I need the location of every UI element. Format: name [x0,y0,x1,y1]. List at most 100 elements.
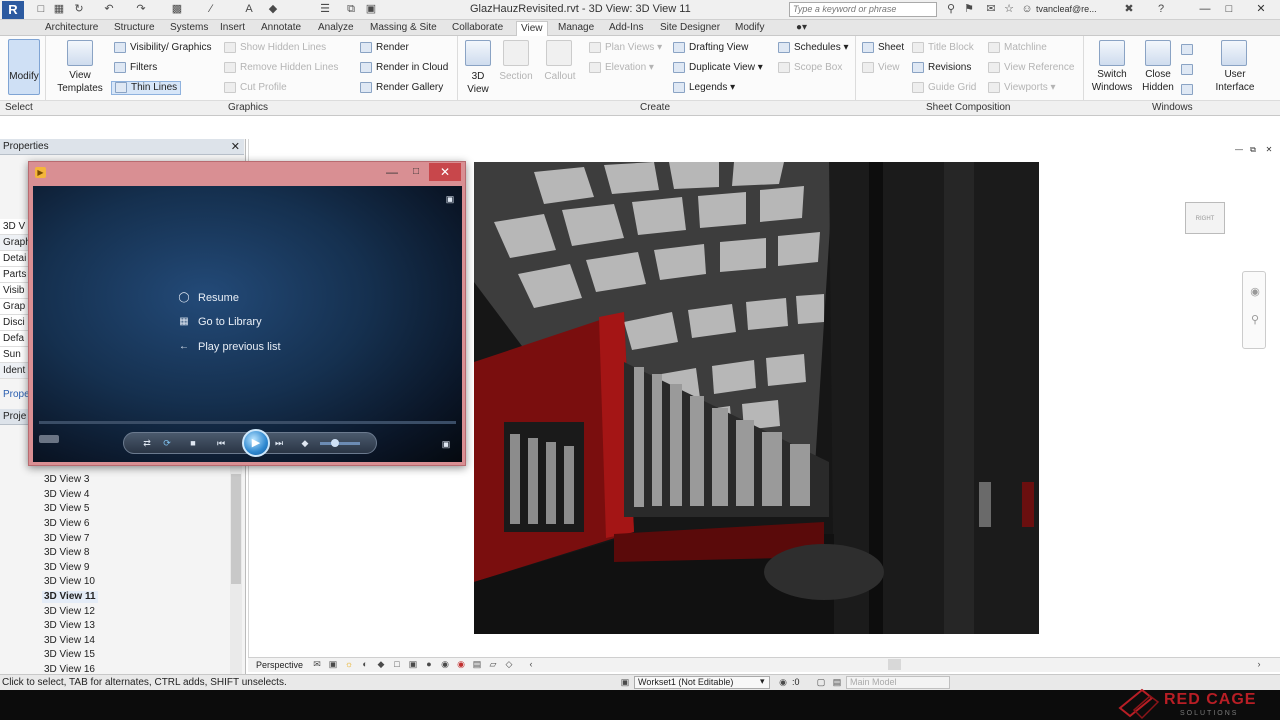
fullscreen-icon[interactable]: ▣ [439,437,453,451]
seek-bar[interactable] [39,421,456,424]
modify-button[interactable] [8,39,40,95]
temporary-hide-icon[interactable]: ◉ [438,658,452,671]
resume-item[interactable]: ◯ Resume [178,291,239,305]
view-templates-button[interactable]: View Templates [52,69,108,95]
design-option-selector[interactable]: Main Model [846,676,950,689]
tab-insert[interactable]: Insert [216,21,249,36]
highlight-displacement-icon[interactable]: ◇ [502,658,516,671]
user-name[interactable]: tvancleaf@re... [1036,4,1097,14]
switch-windows-icon[interactable]: ▣ [364,3,378,16]
view-item[interactable]: 3D View 6 [44,518,89,530]
visibility-graphics-button[interactable]: Visibility/ Graphics [114,42,212,54]
reveal-hidden-icon[interactable]: ◉ [454,658,468,671]
render-button[interactable]: Render [360,42,409,54]
schedules-button[interactable]: Schedules ▾ [778,42,849,54]
search-input[interactable]: Type a keyword or phrase [789,2,937,17]
tab-add-ins[interactable]: Add-Ins [605,21,647,36]
elevation-button[interactable]: Elevation ▾ [589,62,654,74]
go-to-library-item[interactable]: ▦ Go to Library [179,315,261,329]
tab-manage[interactable]: Manage [554,21,598,36]
view-item[interactable]: 3D View 7 [44,533,89,545]
select-panel-title[interactable]: Select [5,102,33,113]
cascade-icon[interactable] [1181,64,1193,75]
horizontal-scroll-thumb[interactable] [888,659,901,670]
crop-region-icon[interactable]: ▣ [406,658,420,671]
volume-knob[interactable] [331,439,339,447]
print-icon[interactable]: ▩ [170,3,184,16]
save-icon[interactable]: ▦ [52,3,66,16]
filters-button[interactable]: Filters [114,62,157,74]
view-item[interactable]: 3D View 5 [44,503,89,515]
search-icon[interactable]: ⚲ [944,3,958,16]
undo-icon[interactable]: ↶ [102,3,116,16]
editable-only-icon[interactable]: ◉ [776,676,790,689]
play-previous-list-item[interactable]: ← Play previous list [179,340,281,354]
communication-icon[interactable]: ✉ [984,3,998,16]
project-browser-scrollbar[interactable] [230,434,242,674]
thin-lines-icon[interactable]: ☰ [318,3,332,16]
player-close-button[interactable]: ✕ [429,163,461,181]
workset-icon[interactable]: ▣ [618,676,632,689]
3d-view-icon[interactable]: ◆ [266,3,280,16]
subscription-icon[interactable]: ⚑ [962,3,976,16]
projection-mode[interactable]: Perspective [256,660,303,670]
tab-systems[interactable]: Systems [166,21,212,36]
zoom-icon[interactable]: ⚲ [1248,314,1262,327]
steering-wheel-icon[interactable]: ◉ [1248,286,1262,299]
app-logo[interactable]: R [2,1,24,19]
view-reference-button[interactable]: View Reference [988,62,1074,74]
redo-icon[interactable]: ↷ [134,3,148,16]
cut-profile-button[interactable]: Cut Profile [224,82,287,94]
section-icon[interactable] [503,40,529,66]
help-icon[interactable]: ? [1154,3,1168,16]
stop-icon[interactable]: ■ [186,436,200,450]
view-templates-icon[interactable] [67,40,93,66]
ribbon-toggle-icon[interactable]: ●▾ [792,21,811,36]
user-interface-icon[interactable] [1221,40,1247,66]
workset-selector[interactable]: Workset1 (Not Editable) [634,676,770,689]
tab-modify[interactable]: Modify [731,21,768,36]
close-hidden-icon[interactable] [1145,40,1171,66]
sun-path-icon[interactable]: ☼ [342,658,356,671]
view-item[interactable]: 3D View 13 [44,620,95,632]
analytical-model-icon[interactable]: ▱ [486,658,500,671]
open-icon[interactable]: □ [34,3,48,16]
tab-collaborate[interactable]: Collaborate [448,21,507,36]
visualization-icon[interactable] [39,435,59,443]
close-windows-icon[interactable]: ⧉ [344,3,358,16]
view-item[interactable]: 3D View 9 [44,562,89,574]
text-icon[interactable]: A [242,3,256,16]
scroll-left-icon[interactable]: ‹ [524,658,538,671]
detail-level-icon[interactable]: ✉ [310,658,324,671]
render-in-cloud-button[interactable]: Render in Cloud [360,62,448,74]
view-item[interactable]: 3D View 10 [44,576,95,588]
mute-icon[interactable]: ◆ [298,436,312,450]
tab-site-designer[interactable]: Site Designer [656,21,724,36]
view-item[interactable]: 3D View 3 [44,474,89,486]
visual-style-icon[interactable]: ▣ [326,658,340,671]
viewcube[interactable]: RIGHT [1185,202,1225,234]
view-item[interactable]: 3D View 12 [44,606,95,618]
tab-massing-site[interactable]: Massing & Site [366,21,441,36]
scope-box-button[interactable]: Scope Box [778,62,842,74]
minimize-button[interactable]: — [1194,1,1216,18]
duplicate-view-button[interactable]: Duplicate View ▾ [673,62,763,74]
render-gallery-button[interactable]: Render Gallery [360,82,443,94]
shadows-icon[interactable]: ◐ [358,658,372,671]
navigation-bar[interactable]: ◉ ⚲ [1242,271,1266,349]
switch-windows-button[interactable]: Switch Windows [1088,68,1136,94]
tab-view[interactable]: View [516,21,548,36]
lock-view-icon[interactable]: ● [422,658,436,671]
close-button[interactable]: ✕ [1250,1,1272,18]
scroll-thumb[interactable] [231,474,241,584]
worksharing-icon[interactable]: ▤ [470,658,484,671]
maximize-button[interactable]: □ [1218,1,1240,18]
view-item-current[interactable]: 3D View 11 [42,591,98,603]
switch-to-library-icon[interactable]: ▣ [443,192,457,206]
tab-analyze[interactable]: Analyze [314,21,358,36]
tab-structure[interactable]: Structure [110,21,159,36]
section-button[interactable]: Section [496,70,536,83]
close-icon[interactable]: ✕ [231,140,240,153]
3d-view-button[interactable]: 3D View [462,70,494,96]
revisions-button[interactable]: Revisions [912,62,971,74]
